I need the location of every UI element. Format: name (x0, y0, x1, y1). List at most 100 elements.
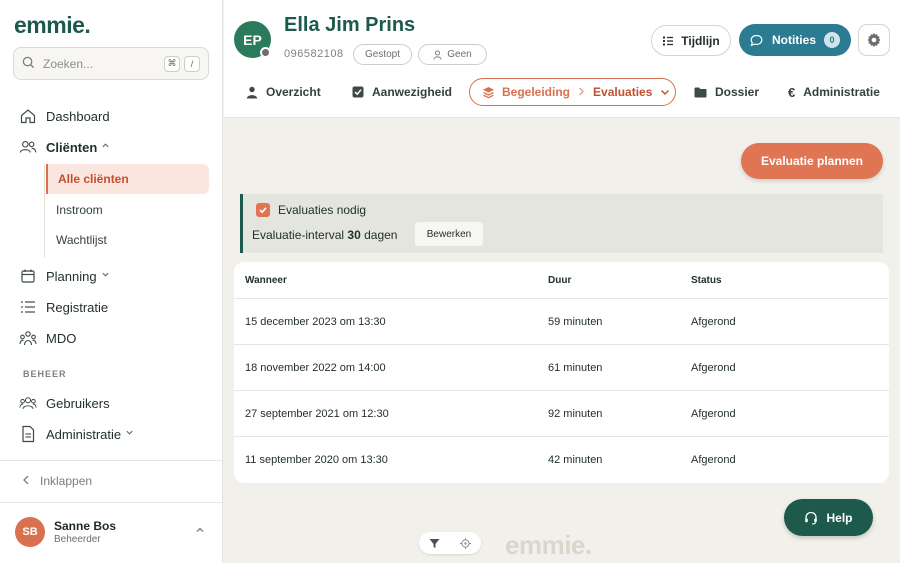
app-logo[interactable]: emmie. (14, 12, 91, 39)
tab-begeleiding-evaluaties[interactable]: Begeleiding Evaluaties (469, 78, 676, 106)
filter-icon[interactable] (429, 538, 440, 549)
timeline-button[interactable]: Tijdlijn (651, 25, 731, 56)
subnav-line (44, 165, 45, 258)
client-header: EP Ella Jim Prins 096582108 Gestopt Geen… (224, 0, 900, 118)
table-header: Wanneer Duur Status (234, 262, 889, 299)
cell-status: Afgerond (691, 407, 736, 420)
person-pill-label: Geen (447, 49, 472, 60)
client-id: 096582108 (284, 48, 344, 60)
cell-duur: 42 minuten (548, 454, 603, 466)
sidebar-item-clienten[interactable]: Cliënten (19, 138, 110, 156)
sidebar-item-label: Cliënten (46, 139, 98, 155)
calendar-icon (19, 267, 37, 285)
user-name: Sanne Bos (54, 519, 117, 533)
cell-wanneer: 11 september 2020 om 13:30 (245, 454, 388, 466)
sidebar: emmie. Zoeken... ⌘ / Dashboard Cliënten … (0, 0, 223, 563)
sidebar-item-label: Administratie (46, 426, 122, 442)
evaluation-interval-text: Evaluatie-interval 30 dagen (252, 228, 397, 242)
footer-logo: emmie. (505, 530, 592, 560)
tab-label: Overzicht (266, 85, 321, 99)
table-row[interactable]: 27 september 2021 om 12:30 92 minuten Af… (234, 391, 889, 437)
notes-label: Notities (771, 33, 816, 47)
sidebar-item-gebruikers[interactable]: Gebruikers (19, 394, 110, 412)
evaluation-settings-panel: Evaluaties nodig Evaluatie-interval 30 d… (240, 194, 883, 253)
table-row[interactable]: 15 december 2023 om 13:30 59 minuten Afg… (234, 299, 889, 345)
chevron-up-icon[interactable] (195, 525, 205, 538)
bottom-toolbar (419, 532, 481, 554)
table-row[interactable]: 18 november 2022 om 14:00 61 minuten Afg… (234, 345, 889, 391)
evaluations-needed-label: Evaluaties nodig (278, 203, 367, 217)
sidebar-item-label: Planning (46, 268, 97, 284)
chevron-down-icon (125, 428, 134, 440)
gear-icon (866, 32, 882, 48)
interval-unit: dagen (364, 228, 398, 242)
avatar: SB (15, 517, 45, 547)
tab-current-label: Evaluaties (593, 85, 653, 99)
evaluations-needed-checkbox[interactable] (256, 203, 270, 217)
cell-duur: 92 minuten (548, 407, 603, 420)
timeline-icon (662, 35, 674, 47)
sidebar-divider (0, 460, 223, 461)
sidebar-item-planning[interactable]: Planning (19, 267, 110, 285)
settings-button[interactable] (858, 24, 890, 56)
sidebar-item-label: Gebruikers (46, 395, 110, 411)
home-icon (19, 107, 37, 125)
sidebar-item-mdo[interactable]: MDO (19, 329, 76, 347)
shortcut-command-key: ⌘ (164, 55, 180, 72)
edit-interval-button[interactable]: Bewerken (415, 222, 483, 246)
timeline-label: Tijdlijn (681, 33, 720, 48)
table-row[interactable]: 11 september 2020 om 13:30 42 minuten Af… (234, 437, 889, 483)
chevron-left-icon (22, 474, 30, 488)
sidebar-divider (0, 502, 223, 503)
target-icon[interactable] (460, 537, 471, 549)
sidebar-item-administratie[interactable]: Administratie (19, 425, 134, 443)
person-icon (246, 86, 258, 99)
status-badge[interactable]: Gestopt (353, 44, 412, 65)
collapse-label: Inklappen (40, 474, 93, 488)
list-icon (19, 298, 37, 316)
tab-aanwezigheid[interactable]: Aanwezigheid (352, 78, 452, 106)
tab-label: Aanwezigheid (372, 85, 453, 99)
tab-label: Administratie (803, 85, 880, 99)
chat-bubble-icon (750, 34, 763, 47)
sidebar-item-label: Dashboard (46, 108, 110, 124)
interval-value: 30 (347, 228, 361, 242)
search-input[interactable]: Zoeken... ⌘ / (13, 47, 209, 80)
section-label-beheer: BEHEER (23, 369, 67, 379)
sidebar-item-registratie[interactable]: Registratie (19, 298, 108, 316)
tab-dossier[interactable]: Dossier (694, 78, 759, 106)
chevron-right-icon (578, 85, 585, 99)
users-icon (19, 138, 37, 156)
sidebar-item-label: MDO (46, 330, 77, 346)
assigned-person-pill[interactable]: Geen (418, 44, 487, 65)
search-icon (22, 56, 35, 72)
tab-administratie[interactable]: € Administratie (788, 78, 880, 106)
users-group-icon (19, 394, 37, 412)
collapse-sidebar-button[interactable]: Inklappen (22, 474, 92, 488)
cell-wanneer: 27 september 2021 om 12:30 (245, 407, 389, 420)
sidebar-item-dashboard[interactable]: Dashboard (19, 107, 110, 125)
help-button[interactable]: Help (784, 499, 873, 536)
cell-wanneer: 15 december 2023 om 13:30 (245, 315, 386, 328)
column-header-status[interactable]: Status (691, 275, 722, 286)
column-header-duur[interactable]: Duur (548, 275, 571, 286)
cell-status: Afgerond (691, 361, 736, 374)
notes-button[interactable]: Notities 0 (739, 24, 851, 56)
headset-icon (804, 511, 818, 525)
plan-evaluation-button[interactable]: Evaluatie plannen (741, 143, 883, 179)
subnav-item-alle-clienten[interactable]: Alle cliënten (46, 164, 209, 194)
chevron-down-icon (660, 87, 670, 97)
cell-status: Afgerond (691, 454, 736, 466)
interval-prefix: Evaluatie-interval (252, 228, 345, 242)
subnav-item-instroom[interactable]: Instroom (46, 195, 209, 225)
help-label: Help (826, 510, 853, 525)
document-icon (19, 425, 37, 443)
user-menu[interactable]: SB Sanne Bos Beheerder (15, 517, 116, 547)
column-header-wanneer[interactable]: Wanneer (245, 275, 287, 286)
subnav-item-wachtlijst[interactable]: Wachtlijst (46, 225, 209, 255)
chevron-down-icon (101, 270, 110, 282)
checkbox-icon (352, 86, 364, 98)
euro-icon: € (788, 84, 796, 100)
tab-overzicht[interactable]: Overzicht (246, 78, 321, 106)
user-role: Beheerder (54, 534, 101, 545)
